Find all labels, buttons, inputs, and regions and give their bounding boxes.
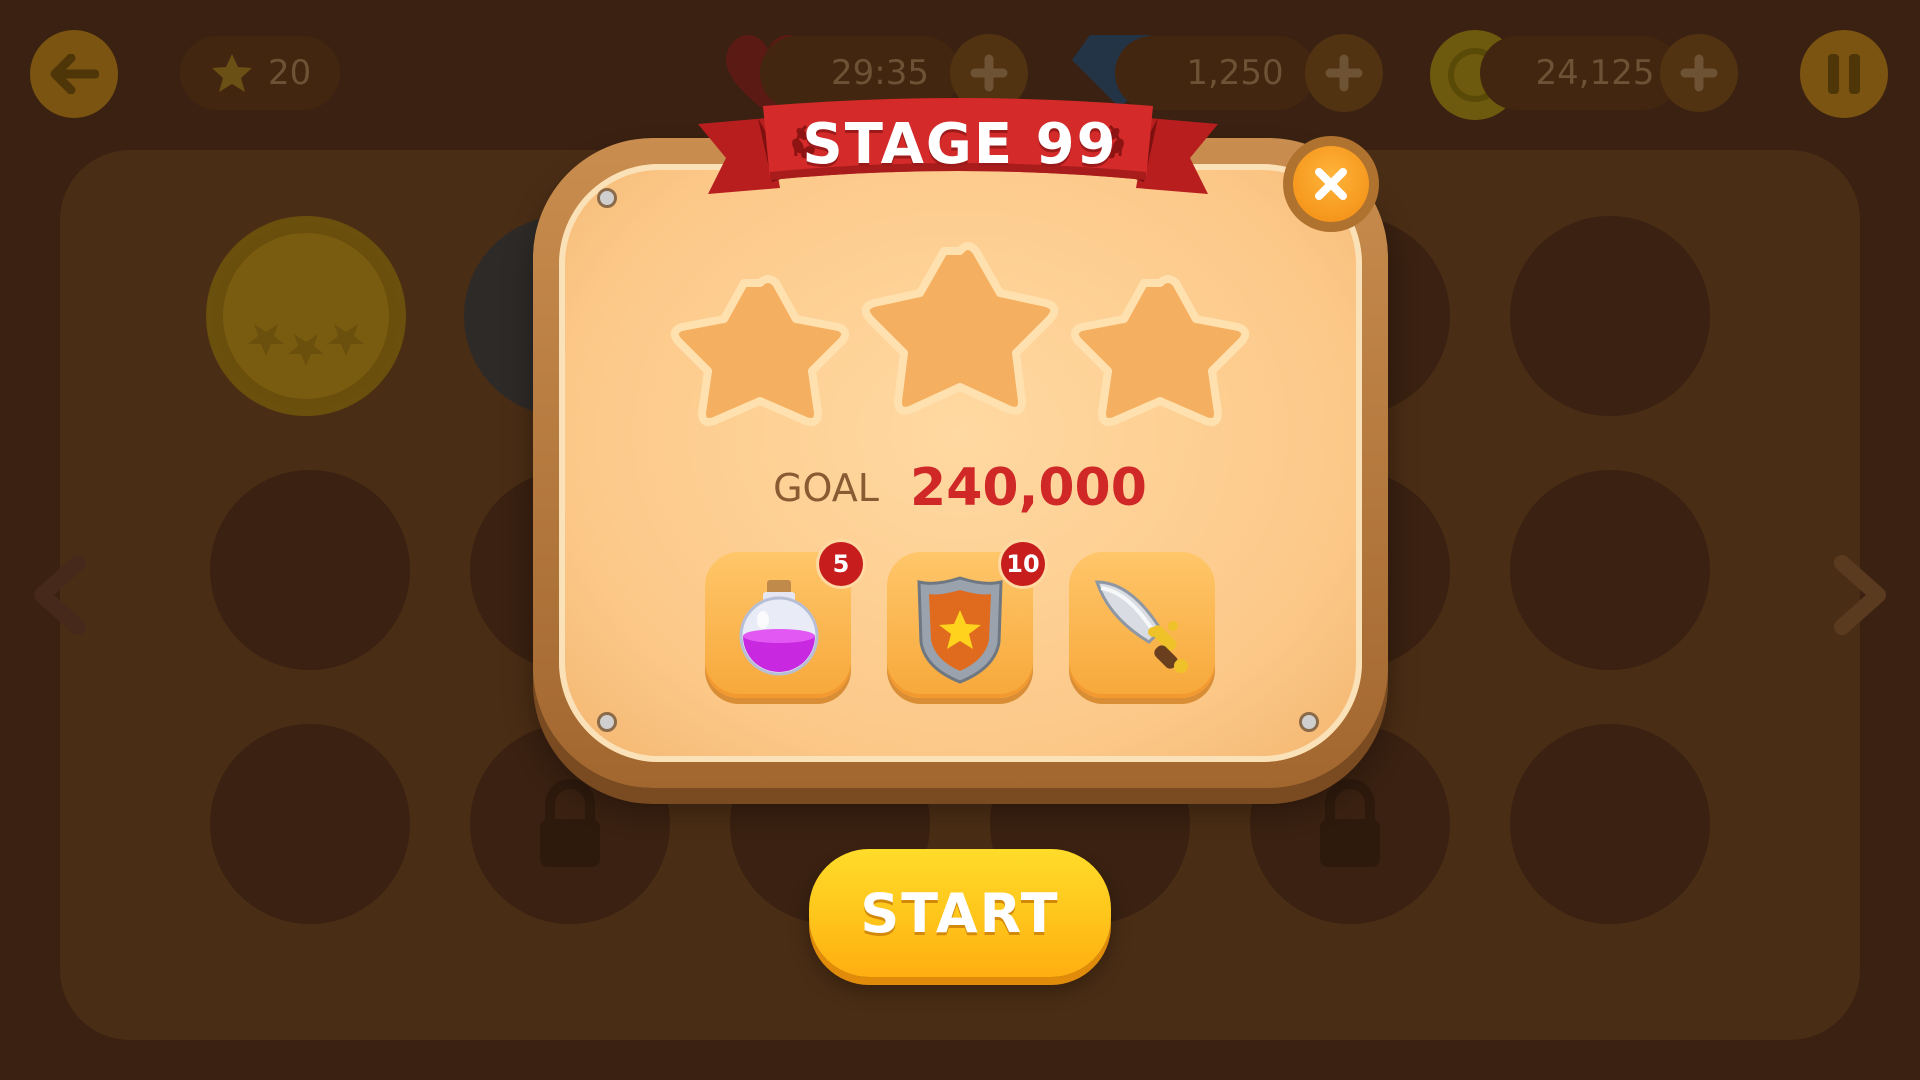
back-arrow-icon xyxy=(50,54,99,94)
plus-icon xyxy=(1680,54,1718,92)
coins-count: 24,125 xyxy=(1535,53,1655,93)
screw-icon xyxy=(597,712,617,732)
level-node[interactable] xyxy=(210,724,410,924)
booster-shield[interactable]: 10 xyxy=(887,542,1045,698)
sword-icon xyxy=(1094,580,1188,673)
prev-page-arrow-icon[interactable] xyxy=(30,555,90,635)
back-button[interactable] xyxy=(30,30,118,118)
add-coins-button[interactable] xyxy=(1660,34,1738,112)
stage-title: STAGE 99 xyxy=(802,112,1118,177)
lives-timer-text: 29:35 xyxy=(831,53,929,93)
close-button[interactable] xyxy=(1283,136,1379,232)
goal-value: 240,000 xyxy=(910,458,1147,518)
level-node[interactable] xyxy=(1510,724,1710,924)
gems-count: 1,250 xyxy=(1186,53,1284,93)
screw-icon xyxy=(1299,712,1319,732)
goal-label: GOAL xyxy=(773,466,879,510)
star-empty-icon xyxy=(861,242,1059,415)
add-gems-button[interactable] xyxy=(1305,34,1383,112)
potion-count-badge: 5 xyxy=(819,542,863,586)
plus-icon xyxy=(1325,54,1363,92)
star-empty-icon xyxy=(670,275,850,426)
close-icon xyxy=(1315,168,1347,200)
shield-count-badge: 10 xyxy=(1001,542,1045,586)
coins-counter: 24,125 xyxy=(1480,36,1680,110)
stars-count: 20 xyxy=(268,53,312,93)
screw-icon xyxy=(597,188,617,208)
pause-button[interactable] xyxy=(1800,30,1888,118)
booster-potion[interactable]: 5 xyxy=(705,542,863,698)
goal-row: GOAL 240,000 xyxy=(0,458,1920,518)
plus-icon xyxy=(970,54,1008,92)
pause-icon xyxy=(1828,54,1860,94)
close-button-face xyxy=(1293,146,1369,222)
star-empty-icon xyxy=(1070,275,1250,426)
booster-sword[interactable] xyxy=(1069,552,1215,698)
start-button[interactable]: START xyxy=(809,849,1111,977)
next-page-arrow-icon[interactable] xyxy=(1830,555,1890,635)
stars-rating xyxy=(670,242,1250,426)
stars-counter: 20 xyxy=(180,36,340,110)
star-icon xyxy=(212,54,252,92)
